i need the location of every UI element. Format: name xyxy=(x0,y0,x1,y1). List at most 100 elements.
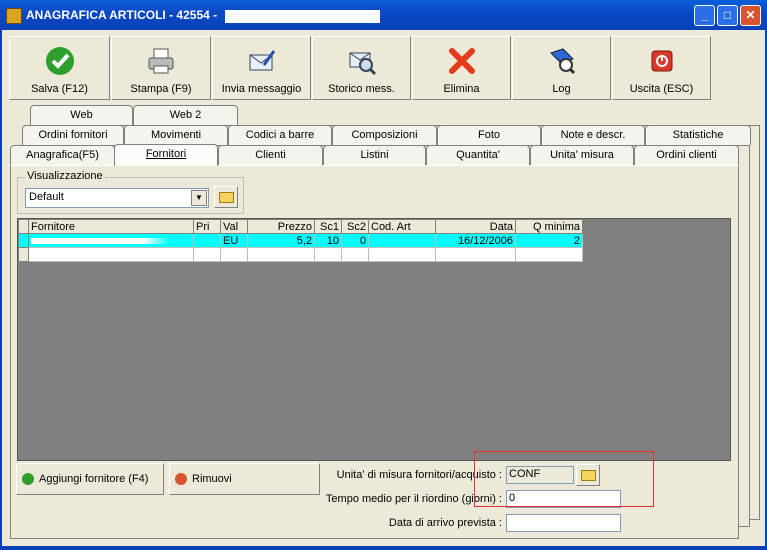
table-row-new[interactable] xyxy=(18,247,583,262)
empty-cell xyxy=(435,247,516,262)
tab-label: Movimenti xyxy=(150,129,202,141)
cell-q-minima: 2 xyxy=(515,233,583,248)
col-data[interactable]: Data xyxy=(435,219,516,234)
tab-label: Clienti xyxy=(255,149,286,161)
view-select[interactable]: Default ▼ xyxy=(25,188,209,208)
print-button[interactable]: Stampa (F9) xyxy=(111,36,211,100)
empty-cell xyxy=(220,247,248,262)
red-x-icon xyxy=(448,48,475,74)
data-arrivo-field[interactable] xyxy=(506,514,621,532)
tab-label: Codici a barre xyxy=(245,129,315,141)
col-sc2[interactable]: Sc2 xyxy=(341,219,369,234)
delete-button[interactable]: Elimina xyxy=(412,36,511,100)
save-label: Salva (F12) xyxy=(31,83,88,95)
empty-cell xyxy=(247,247,315,262)
send-message-button[interactable]: Invia messaggio xyxy=(212,36,311,100)
data-arrivo-label: Data di arrivo prevista : xyxy=(388,517,502,529)
tab-unita-misura[interactable]: Unita' misura xyxy=(530,145,634,165)
table-row[interactable]: EU 5,2 10 0 16/12/2006 2 xyxy=(18,233,583,248)
row-indicator xyxy=(18,233,29,248)
log-label: Log xyxy=(552,83,571,95)
table-header-row: Fornitore Pri Val Prezzo Sc1 Sc2 Cod. Ar… xyxy=(18,219,583,234)
tab-note-e-descr[interactable]: Note e descr. xyxy=(541,125,645,145)
envelope-search-icon xyxy=(349,52,376,76)
cell-pri xyxy=(193,233,221,248)
envelope-pen-icon xyxy=(249,50,275,71)
tab-web[interactable]: Web xyxy=(30,105,133,125)
tab-composizioni[interactable]: Composizioni xyxy=(332,125,437,145)
tab-codici-a-barre[interactable]: Codici a barre xyxy=(228,125,332,145)
tab-label: Foto xyxy=(477,129,500,141)
col-pri[interactable]: Pri xyxy=(193,219,221,234)
view-folder-button[interactable] xyxy=(214,186,238,208)
tab-label: Web xyxy=(70,109,93,121)
exit-label: Uscita (ESC) xyxy=(629,83,694,95)
print-label: Stampa (F9) xyxy=(130,83,192,95)
remove-button[interactable]: Rimuovi xyxy=(169,463,320,495)
tab-label: Quantita' xyxy=(456,149,500,161)
row-indicator-header xyxy=(18,219,29,234)
tab-listini[interactable]: Listini xyxy=(323,145,426,165)
tab-foto[interactable]: Foto xyxy=(437,125,541,145)
suppliers-grid[interactable]: Fornitore Pri Val Prezzo Sc1 Sc2 Cod. Ar… xyxy=(17,218,731,461)
tab-clienti[interactable]: Clienti xyxy=(218,145,323,165)
tab-ordini-clienti[interactable]: Ordini clienti xyxy=(634,145,739,165)
message-history-label: Storico mess. xyxy=(328,83,395,95)
add-supplier-button[interactable]: Aggiungi fornitore (F4) xyxy=(16,463,164,495)
exit-icon xyxy=(651,50,672,72)
tab-movimenti[interactable]: Movimenti xyxy=(124,125,228,145)
add-supplier-label: Aggiungi fornitore (F4) xyxy=(39,473,149,485)
col-sc1[interactable]: Sc1 xyxy=(314,219,342,234)
tab-label: Statistiche xyxy=(672,129,724,141)
empty-cell xyxy=(28,247,194,262)
redacted-supplier xyxy=(31,237,171,244)
view-label: Visualizzazione xyxy=(25,170,105,182)
tab-label: Listini xyxy=(360,149,389,161)
close-button[interactable]: ✕ xyxy=(740,5,761,26)
col-prezzo[interactable]: Prezzo xyxy=(247,219,315,234)
row-indicator xyxy=(18,247,29,262)
empty-cell xyxy=(341,247,369,262)
plus-icon xyxy=(22,473,34,485)
cell-sc2: 0 xyxy=(341,233,369,248)
cell-fornitore xyxy=(28,233,194,248)
tab-label: Unita' misura xyxy=(550,149,614,161)
col-val[interactable]: Val xyxy=(220,219,248,234)
maximize-button[interactable]: □ xyxy=(717,5,738,26)
tab-statistiche[interactable]: Statistiche xyxy=(645,125,751,145)
col-fornitore[interactable]: Fornitore xyxy=(28,219,194,234)
window-title: ANAGRAFICA ARTICOLI - 42554 - xyxy=(26,8,218,22)
tab-quantita[interactable]: Quantita' xyxy=(426,145,530,165)
tab-label: Composizioni xyxy=(351,129,418,141)
tab-label: Web 2 xyxy=(169,109,202,121)
minimize-button[interactable]: _ xyxy=(694,5,715,26)
col-q-minima[interactable]: Q minima xyxy=(515,219,583,234)
cell-prezzo: 5,2 xyxy=(247,233,315,248)
tempo-label: Tempo medio per il riordino (giorni) : xyxy=(325,493,502,505)
remove-label: Rimuovi xyxy=(192,473,232,485)
col-cod-art[interactable]: Cod. Art xyxy=(368,219,436,234)
empty-cell xyxy=(314,247,342,262)
tab-ordini-fornitori[interactable]: Ordini fornitori xyxy=(22,125,124,145)
tab-label: Anagrafica(F5) xyxy=(26,149,99,161)
message-history-button[interactable]: Storico mess. xyxy=(312,36,411,100)
empty-cell xyxy=(515,247,583,262)
chevron-down-icon[interactable]: ▼ xyxy=(191,190,207,206)
log-button[interactable]: Log xyxy=(512,36,611,100)
empty-cell xyxy=(368,247,436,262)
tab-anagrafica[interactable]: Anagrafica(F5) xyxy=(10,145,115,165)
cell-sc1: 10 xyxy=(314,233,342,248)
exit-button[interactable]: Uscita (ESC) xyxy=(612,36,711,100)
cell-cod-art xyxy=(368,233,436,248)
tab-fornitori[interactable]: Fornitori xyxy=(114,144,218,166)
tab-label: Note e descr. xyxy=(560,129,626,141)
send-message-label: Invia messaggio xyxy=(221,83,302,95)
tab-label: Ordini fornitori xyxy=(38,129,108,141)
tab-web-2[interactable]: Web 2 xyxy=(133,105,238,125)
empty-cell xyxy=(193,247,221,262)
save-button[interactable]: Salva (F12) xyxy=(9,36,110,100)
printer-icon xyxy=(148,48,174,74)
folder-icon xyxy=(219,192,234,203)
view-select-value: Default xyxy=(29,191,64,203)
tab-label: Ordini clienti xyxy=(656,149,717,161)
